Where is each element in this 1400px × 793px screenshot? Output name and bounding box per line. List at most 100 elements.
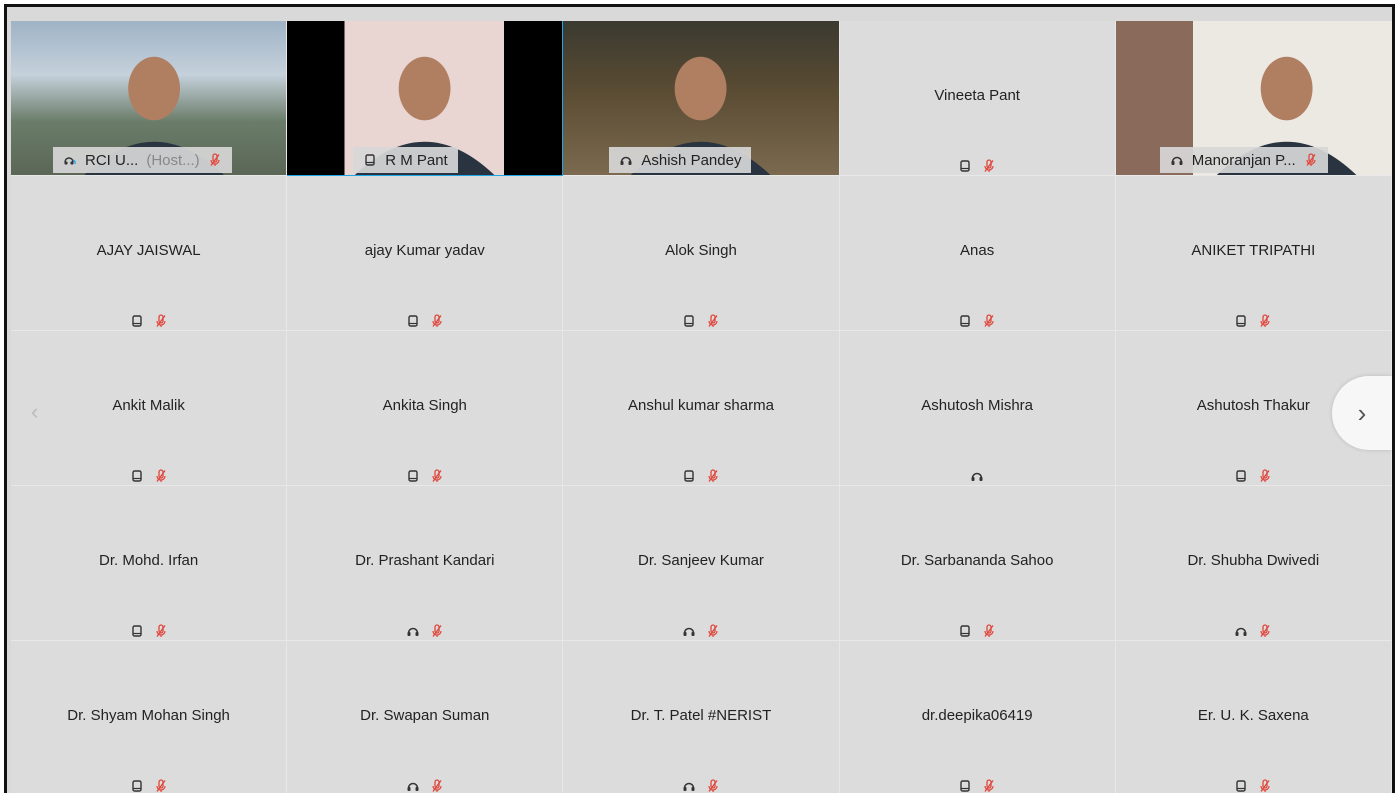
chevron-right-icon: › xyxy=(1357,397,1367,428)
phone-icon xyxy=(406,469,420,483)
phone-icon xyxy=(958,159,972,173)
participant-status xyxy=(11,779,286,793)
phone-icon xyxy=(958,624,972,638)
phone-icon xyxy=(1234,314,1248,328)
headset-icon xyxy=(682,779,696,793)
participant-name: Ankit Malik xyxy=(112,397,185,414)
mic-muted-icon xyxy=(154,314,168,328)
participant-name: Ashutosh Mishra xyxy=(921,397,1034,414)
participant-name: Anshul kumar sharma xyxy=(628,397,774,414)
participant-name: Manoranjan P... xyxy=(1191,151,1296,169)
phone-icon xyxy=(130,779,144,793)
mic-muted-icon xyxy=(154,624,168,638)
participant-status xyxy=(11,624,286,638)
participant-name: RCI U... xyxy=(85,151,139,169)
video-tile[interactable]: Manoranjan P... xyxy=(1115,21,1392,176)
headset-icon xyxy=(1170,153,1184,167)
participant-name: Er. U. K. Saxena xyxy=(1197,707,1309,724)
participant-tile[interactable]: Alok Singh xyxy=(563,176,840,331)
participant-tile[interactable]: Ashutosh Mishra xyxy=(839,331,1116,486)
participant-name: Dr. Prashant Kandari xyxy=(355,552,495,569)
video-tile[interactable]: RCI U... (Host...) xyxy=(11,21,288,176)
participant-status xyxy=(563,624,838,638)
participant-tile[interactable]: ajay Kumar yadav xyxy=(287,176,564,331)
headset-icon xyxy=(619,153,633,167)
participant-tile[interactable]: AJAY JAISWAL xyxy=(11,176,288,331)
prev-page-button[interactable]: ‹ xyxy=(31,399,38,425)
mic-muted-icon xyxy=(430,624,444,638)
phone-icon xyxy=(130,469,144,483)
participant-tile[interactable]: Dr. Mohd. Irfan xyxy=(11,486,288,641)
video-tile[interactable]: R M Pant xyxy=(287,21,564,176)
participant-tile[interactable]: Ankit Malik xyxy=(11,331,288,486)
participant-tile[interactable]: Dr. Prashant Kandari xyxy=(287,486,564,641)
mic-muted-icon xyxy=(706,779,720,793)
mic-muted-icon xyxy=(982,779,996,793)
participant-tile[interactable]: Dr. Sanjeev Kumar xyxy=(563,486,840,641)
mic-muted-icon xyxy=(430,779,444,793)
participant-status xyxy=(563,314,838,328)
participant-tile[interactable]: dr.deepika06419 xyxy=(839,641,1116,793)
participant-tile[interactable]: Dr. Shyam Mohan Singh xyxy=(11,641,288,793)
mic-muted-icon xyxy=(706,624,720,638)
participant-status xyxy=(840,314,1115,328)
phone-icon xyxy=(130,314,144,328)
participant-name: Vineeta Pant xyxy=(934,87,1020,104)
participant-status xyxy=(1116,469,1391,483)
participant-tile[interactable]: Ankita Singh xyxy=(287,331,564,486)
phone-icon xyxy=(406,314,420,328)
host-badge: (Host...) xyxy=(146,151,200,169)
participant-tile[interactable]: Dr. T. Patel #NERIST xyxy=(563,641,840,793)
mic-muted-icon xyxy=(706,314,720,328)
mic-muted-icon xyxy=(430,469,444,483)
participant-label: RCI U... (Host...) xyxy=(53,147,232,173)
participant-name: Dr. Mohd. Irfan xyxy=(98,552,199,569)
mic-muted-icon xyxy=(430,314,444,328)
mic-muted-icon xyxy=(982,624,996,638)
participant-label: Manoranjan P... xyxy=(1159,147,1328,173)
participant-name: ANIKET TRIPATHI xyxy=(1191,242,1316,259)
participant-name: Dr. Shubha Dwivedi xyxy=(1187,552,1320,569)
mic-muted-icon xyxy=(1258,314,1272,328)
participant-status xyxy=(563,779,838,793)
mic-muted-icon xyxy=(982,159,996,173)
participant-tile[interactable]: Anas xyxy=(839,176,1116,331)
phone-icon xyxy=(130,624,144,638)
cloud-audio-icon xyxy=(63,153,77,167)
participant-status xyxy=(11,469,286,483)
video-tile[interactable]: Vineeta Pant xyxy=(839,21,1116,176)
participant-status xyxy=(840,159,1115,173)
participant-status xyxy=(287,469,562,483)
meeting-window: RCI U... (Host...) R M Pant Ashish Pandey Vi… xyxy=(4,4,1395,793)
participant-name: Ankita Singh xyxy=(382,397,467,414)
participant-name: Alok Singh xyxy=(665,242,737,259)
participant-name: Ashish Pandey xyxy=(641,151,742,169)
phone-icon xyxy=(1234,469,1248,483)
headset-icon xyxy=(682,624,696,638)
participant-name: Dr. T. Patel #NERIST xyxy=(630,707,772,724)
participant-name: ajay Kumar yadav xyxy=(364,242,485,259)
mic-muted-icon xyxy=(1258,624,1272,638)
participant-name: R M Pant xyxy=(385,151,448,169)
headset-icon xyxy=(406,624,420,638)
participant-name: Anas xyxy=(960,242,995,259)
participant-tile[interactable]: Dr. Shubha Dwivedi xyxy=(1115,486,1392,641)
video-tile[interactable]: Ashish Pandey xyxy=(563,21,840,176)
mic-muted-icon xyxy=(154,779,168,793)
mic-muted-icon xyxy=(1258,469,1272,483)
participant-name: dr.deepika06419 xyxy=(921,707,1033,724)
participant-status xyxy=(1116,779,1391,793)
headset-icon xyxy=(970,469,984,483)
participant-tile[interactable]: ANIKET TRIPATHI xyxy=(1115,176,1392,331)
participant-tile[interactable]: Er. U. K. Saxena xyxy=(1115,641,1392,793)
participant-grid: RCI U... (Host...) R M Pant Ashish Pandey Vi… xyxy=(11,21,1392,793)
participant-status xyxy=(287,624,562,638)
participant-status xyxy=(11,314,286,328)
participant-name: AJAY JAISWAL xyxy=(96,242,201,259)
participant-tile[interactable]: Dr. Swapan Suman xyxy=(287,641,564,793)
participant-tile[interactable]: Anshul kumar sharma xyxy=(563,331,840,486)
headset-icon xyxy=(406,779,420,793)
participant-name: Dr. Shyam Mohan Singh xyxy=(67,707,230,724)
participant-tile[interactable]: Dr. Sarbananda Sahoo xyxy=(839,486,1116,641)
participant-status xyxy=(840,624,1115,638)
